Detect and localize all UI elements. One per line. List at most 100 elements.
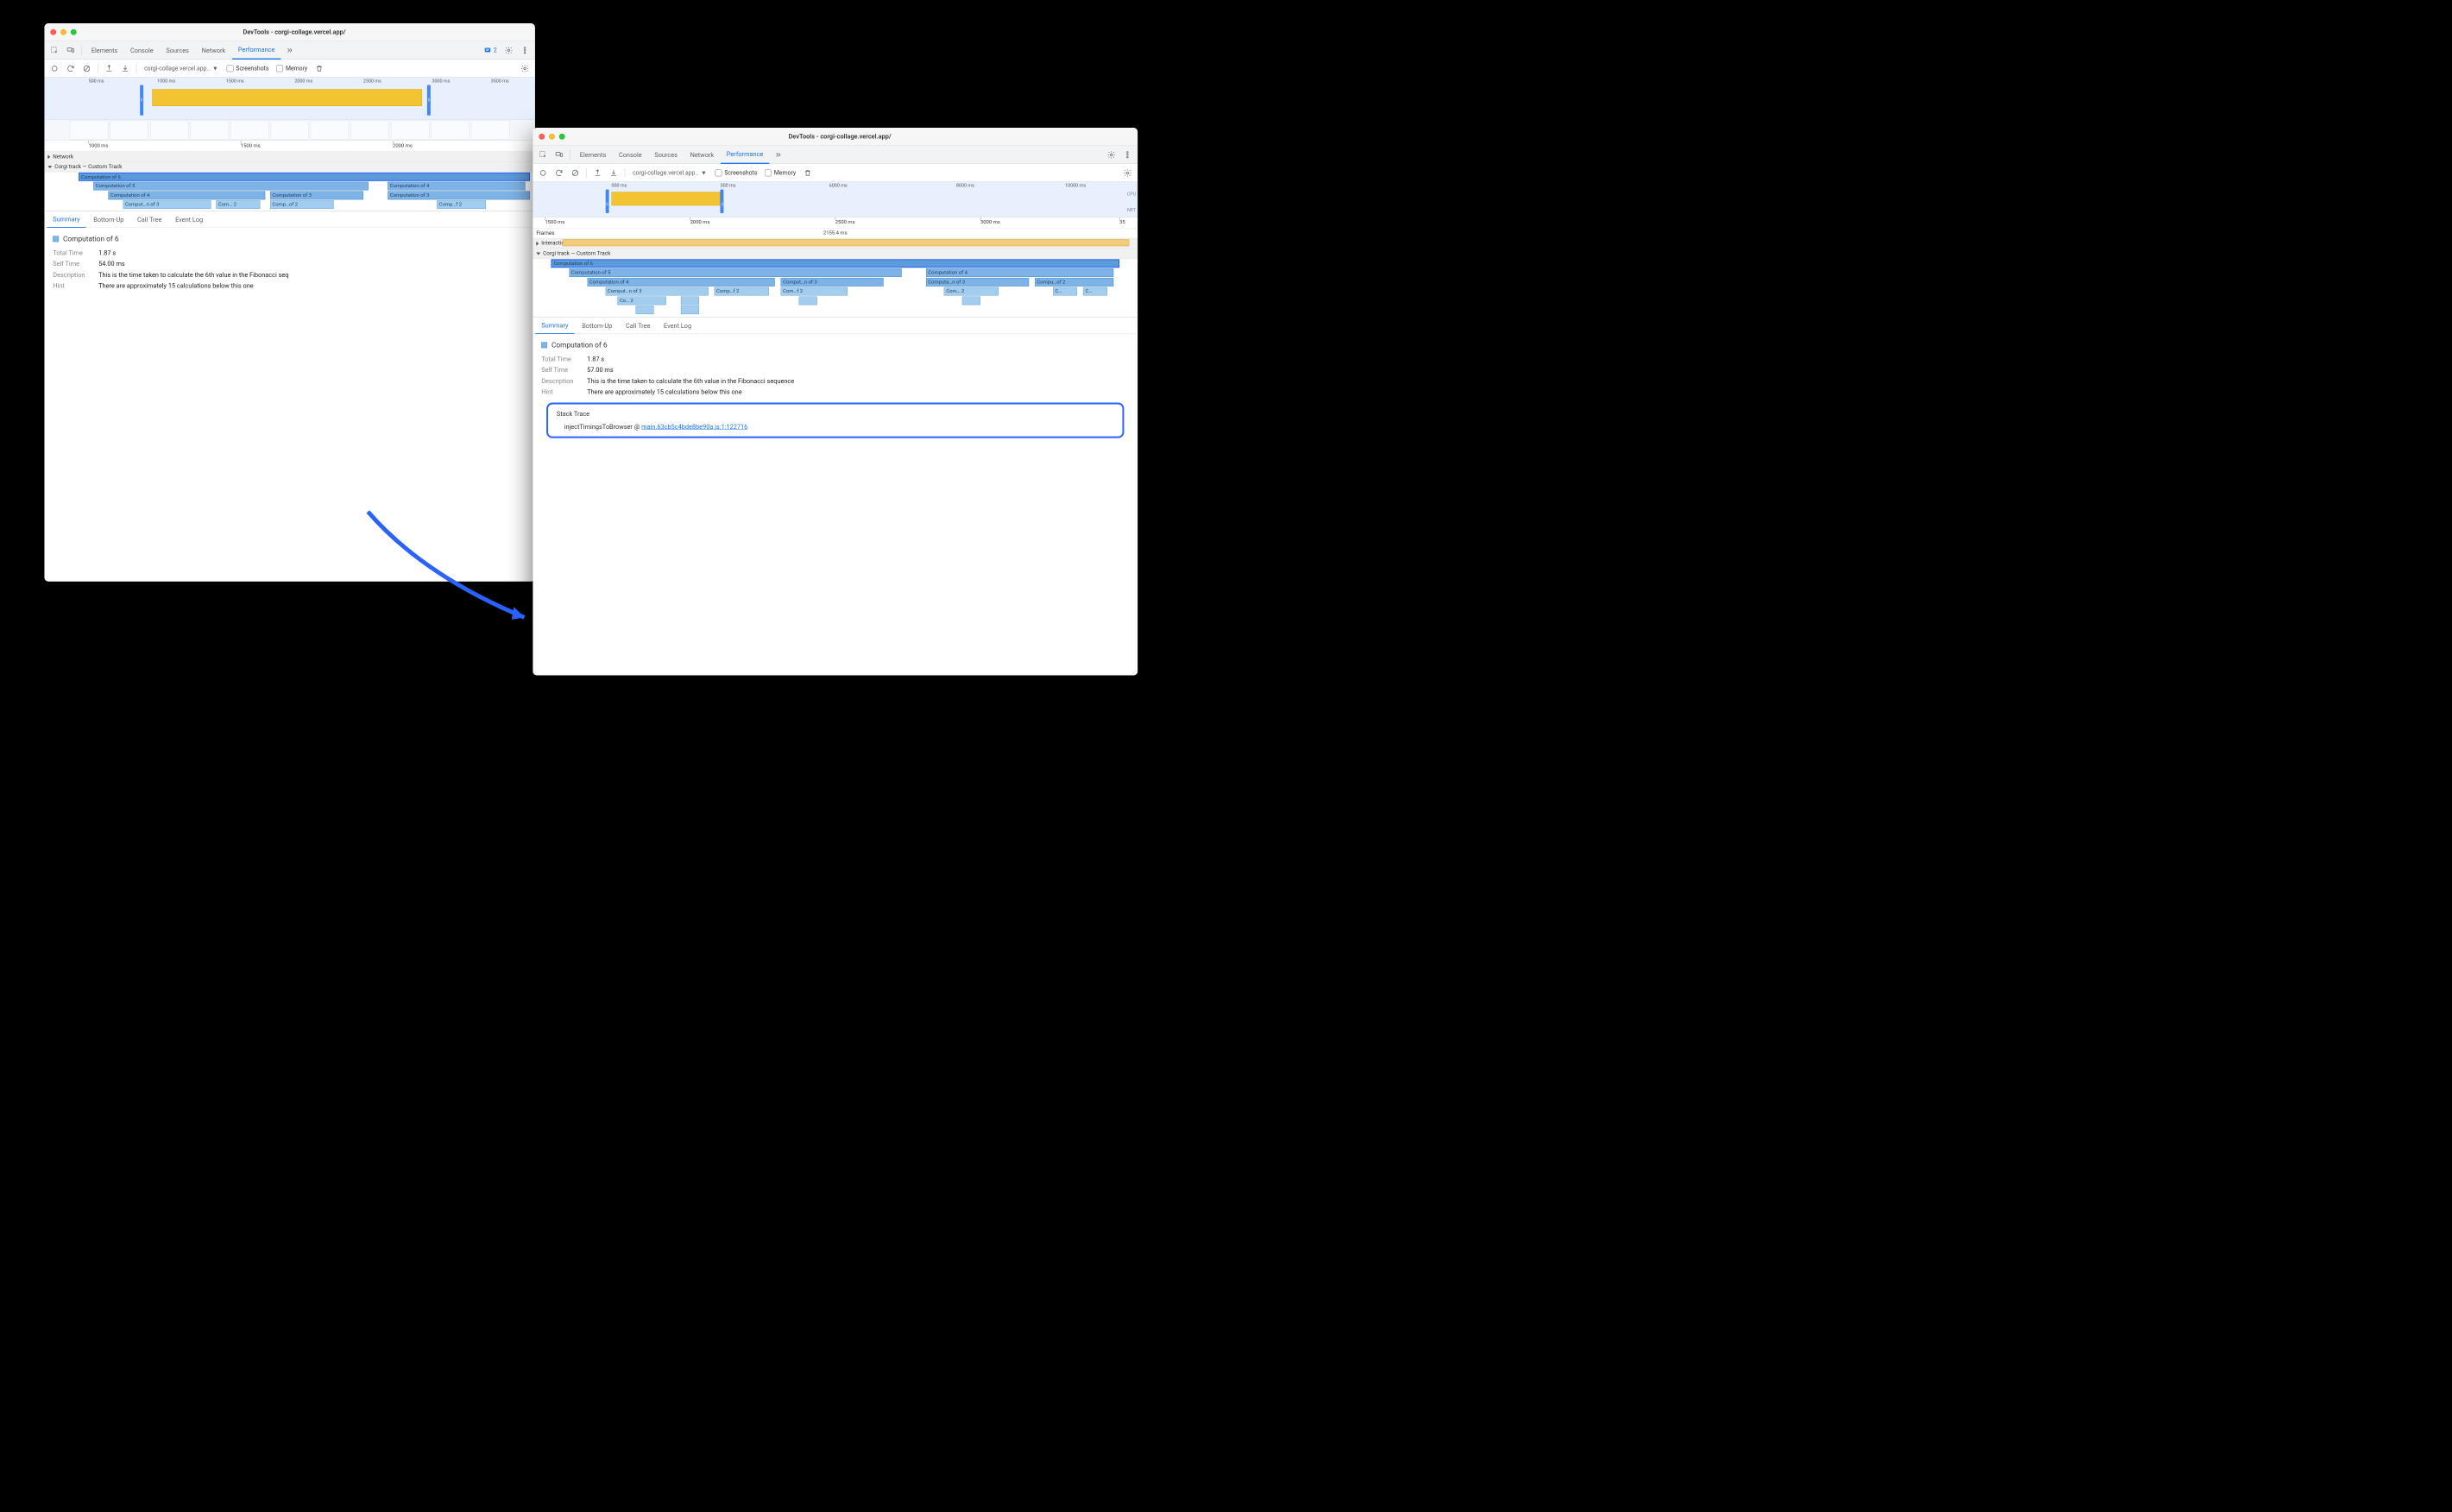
zoom-button[interactable] bbox=[559, 134, 565, 140]
tab-performance[interactable]: Performance bbox=[721, 145, 769, 164]
record-icon[interactable] bbox=[47, 60, 62, 76]
memory-checkbox[interactable]: Memory bbox=[765, 169, 796, 176]
tab-network[interactable]: Network bbox=[684, 145, 720, 164]
detail-tab-bottomup[interactable]: Bottom-Up bbox=[87, 211, 129, 229]
download-icon[interactable] bbox=[117, 60, 133, 76]
flame-bar[interactable]: Computation of 5 bbox=[93, 182, 368, 191]
reload-icon[interactable] bbox=[63, 60, 79, 76]
thumb[interactable] bbox=[311, 121, 350, 140]
clear-icon[interactable] bbox=[568, 165, 583, 180]
overview-timeline[interactable]: 500 ms 1000 ms 1500 ms 2000 ms 2500 ms 3… bbox=[44, 78, 534, 120]
flame-bar[interactable]: Compu…of 2 bbox=[1035, 278, 1113, 287]
inspect-icon[interactable] bbox=[535, 147, 551, 162]
overview-timeline[interactable]: 000 ms 000 ms 6000 ms 8000 ms 10000 ms C… bbox=[533, 182, 1138, 217]
thumb[interactable] bbox=[70, 121, 109, 140]
record-icon[interactable] bbox=[535, 165, 551, 180]
overview-handle-start[interactable] bbox=[605, 190, 608, 213]
detail-tab-calltree[interactable]: Call Tree bbox=[131, 211, 167, 229]
thumb[interactable] bbox=[350, 121, 389, 140]
close-button[interactable] bbox=[539, 134, 545, 140]
kebab-icon[interactable] bbox=[517, 42, 533, 58]
flame-bar[interactable]: Comput…n of 3 bbox=[123, 200, 211, 209]
flame-bar[interactable]: Computa…n of 3 bbox=[926, 278, 1029, 287]
screenshot-strip[interactable] bbox=[44, 120, 534, 142]
screenshots-checkbox[interactable]: Screenshots bbox=[227, 65, 269, 72]
thumb[interactable] bbox=[230, 121, 269, 140]
thumb[interactable] bbox=[391, 121, 430, 140]
flame-bar[interactable]: Com… 2 bbox=[944, 287, 999, 296]
panel-gear-icon[interactable] bbox=[517, 60, 533, 76]
flame-bar[interactable] bbox=[681, 296, 699, 305]
track-network[interactable]: Network bbox=[44, 152, 534, 162]
flame-bar[interactable]: C… bbox=[1053, 287, 1077, 296]
tab-elements[interactable]: Elements bbox=[574, 145, 612, 164]
panel-gear-icon[interactable] bbox=[1120, 165, 1136, 180]
flame-bar[interactable]: Comp…of 2 bbox=[270, 200, 334, 209]
tab-console[interactable]: Console bbox=[124, 41, 159, 60]
minimize-button[interactable] bbox=[60, 29, 66, 35]
detail-tab-calltree[interactable]: Call Tree bbox=[620, 318, 656, 335]
device-icon[interactable] bbox=[552, 147, 567, 162]
detail-tab-summary[interactable]: Summary bbox=[535, 318, 574, 335]
flame-bar[interactable]: C… bbox=[1083, 287, 1107, 296]
flame-bar[interactable]: Computation of 4 bbox=[388, 182, 525, 191]
stack-trace-link[interactable]: main.63cb5c4bde8be90a.js:1:122716 bbox=[641, 423, 747, 431]
download-icon[interactable] bbox=[606, 165, 621, 180]
tab-elements[interactable]: Elements bbox=[85, 41, 123, 60]
reload-icon[interactable] bbox=[552, 165, 567, 180]
thumb[interactable] bbox=[190, 121, 229, 140]
track-interactions[interactable]: Interactions bbox=[533, 238, 1138, 249]
tab-performance[interactable]: Performance bbox=[232, 41, 280, 60]
tab-sources[interactable]: Sources bbox=[161, 41, 195, 60]
detail-tab-summary[interactable]: Summary bbox=[47, 211, 85, 229]
overview-handle-start[interactable] bbox=[140, 85, 143, 115]
close-button[interactable] bbox=[50, 29, 56, 35]
trash-icon[interactable] bbox=[800, 165, 816, 180]
flame-bar[interactable]: Co… 2 bbox=[617, 296, 665, 305]
upload-icon[interactable] bbox=[102, 60, 117, 76]
flame-bar[interactable]: Comp…f 2 bbox=[715, 287, 769, 296]
flame-bar[interactable]: Comput…n of 3 bbox=[605, 287, 708, 296]
track-custom[interactable]: Corgi track — Custom Track bbox=[533, 249, 1138, 259]
flame-chart[interactable]: Computation of 6Computation of 5Computat… bbox=[44, 172, 534, 211]
trash-icon[interactable] bbox=[312, 60, 327, 76]
issues-badge[interactable]: 2 bbox=[480, 46, 500, 54]
flame-bar[interactable]: Com…f 2 bbox=[781, 287, 848, 296]
flame-chart[interactable]: Computation of 6Computation of 5Computat… bbox=[533, 259, 1138, 318]
device-icon[interactable] bbox=[63, 42, 79, 58]
tab-console[interactable]: Console bbox=[613, 145, 647, 164]
minimize-button[interactable] bbox=[549, 134, 555, 140]
flame-bar[interactable] bbox=[962, 296, 980, 305]
thumb[interactable] bbox=[270, 121, 309, 140]
thumb[interactable] bbox=[110, 121, 148, 140]
memory-checkbox[interactable]: Memory bbox=[276, 65, 307, 72]
gear-icon[interactable] bbox=[501, 42, 517, 58]
more-tabs-icon[interactable] bbox=[770, 147, 785, 162]
overview-handle-end[interactable] bbox=[721, 190, 724, 213]
flame-bar[interactable]: Computation of 3 bbox=[388, 191, 530, 199]
upload-icon[interactable] bbox=[590, 165, 606, 180]
gear-icon[interactable] bbox=[1104, 147, 1119, 162]
flame-bar[interactable]: Computation of 3 bbox=[270, 191, 363, 199]
inspect-icon[interactable] bbox=[47, 42, 62, 58]
thumb[interactable] bbox=[471, 121, 510, 140]
flame-bar[interactable]: Computation of 5 bbox=[569, 268, 901, 277]
detail-tab-eventlog[interactable]: Event Log bbox=[169, 211, 209, 229]
track-frames[interactable]: Frames 2155.4 ms bbox=[533, 229, 1138, 239]
flame-bar[interactable]: Comput…n of 3 bbox=[781, 278, 884, 287]
detail-tab-eventlog[interactable]: Event Log bbox=[658, 318, 697, 335]
tab-network[interactable]: Network bbox=[196, 41, 231, 60]
flame-bar[interactable]: Computation of 4 bbox=[587, 278, 774, 287]
detail-tab-bottomup[interactable]: Bottom-Up bbox=[576, 318, 618, 335]
more-tabs-icon[interactable] bbox=[281, 42, 297, 58]
flame-bar[interactable]: Computation of 6 bbox=[551, 259, 1119, 268]
track-custom[interactable]: Corgi track — Custom Track bbox=[44, 162, 534, 173]
url-dropdown[interactable]: corgi-collage.vercel.app… ▼ bbox=[628, 167, 711, 180]
flame-bar[interactable] bbox=[636, 306, 654, 314]
tab-sources[interactable]: Sources bbox=[648, 145, 683, 164]
clear-icon[interactable] bbox=[79, 60, 95, 76]
flame-bar[interactable]: Comp…f 2 bbox=[437, 200, 486, 209]
url-dropdown[interactable]: corgi-collage.vercel.app… ▼ bbox=[140, 62, 223, 75]
kebab-icon[interactable] bbox=[1120, 147, 1136, 162]
screenshots-checkbox[interactable]: Screenshots bbox=[715, 169, 758, 176]
